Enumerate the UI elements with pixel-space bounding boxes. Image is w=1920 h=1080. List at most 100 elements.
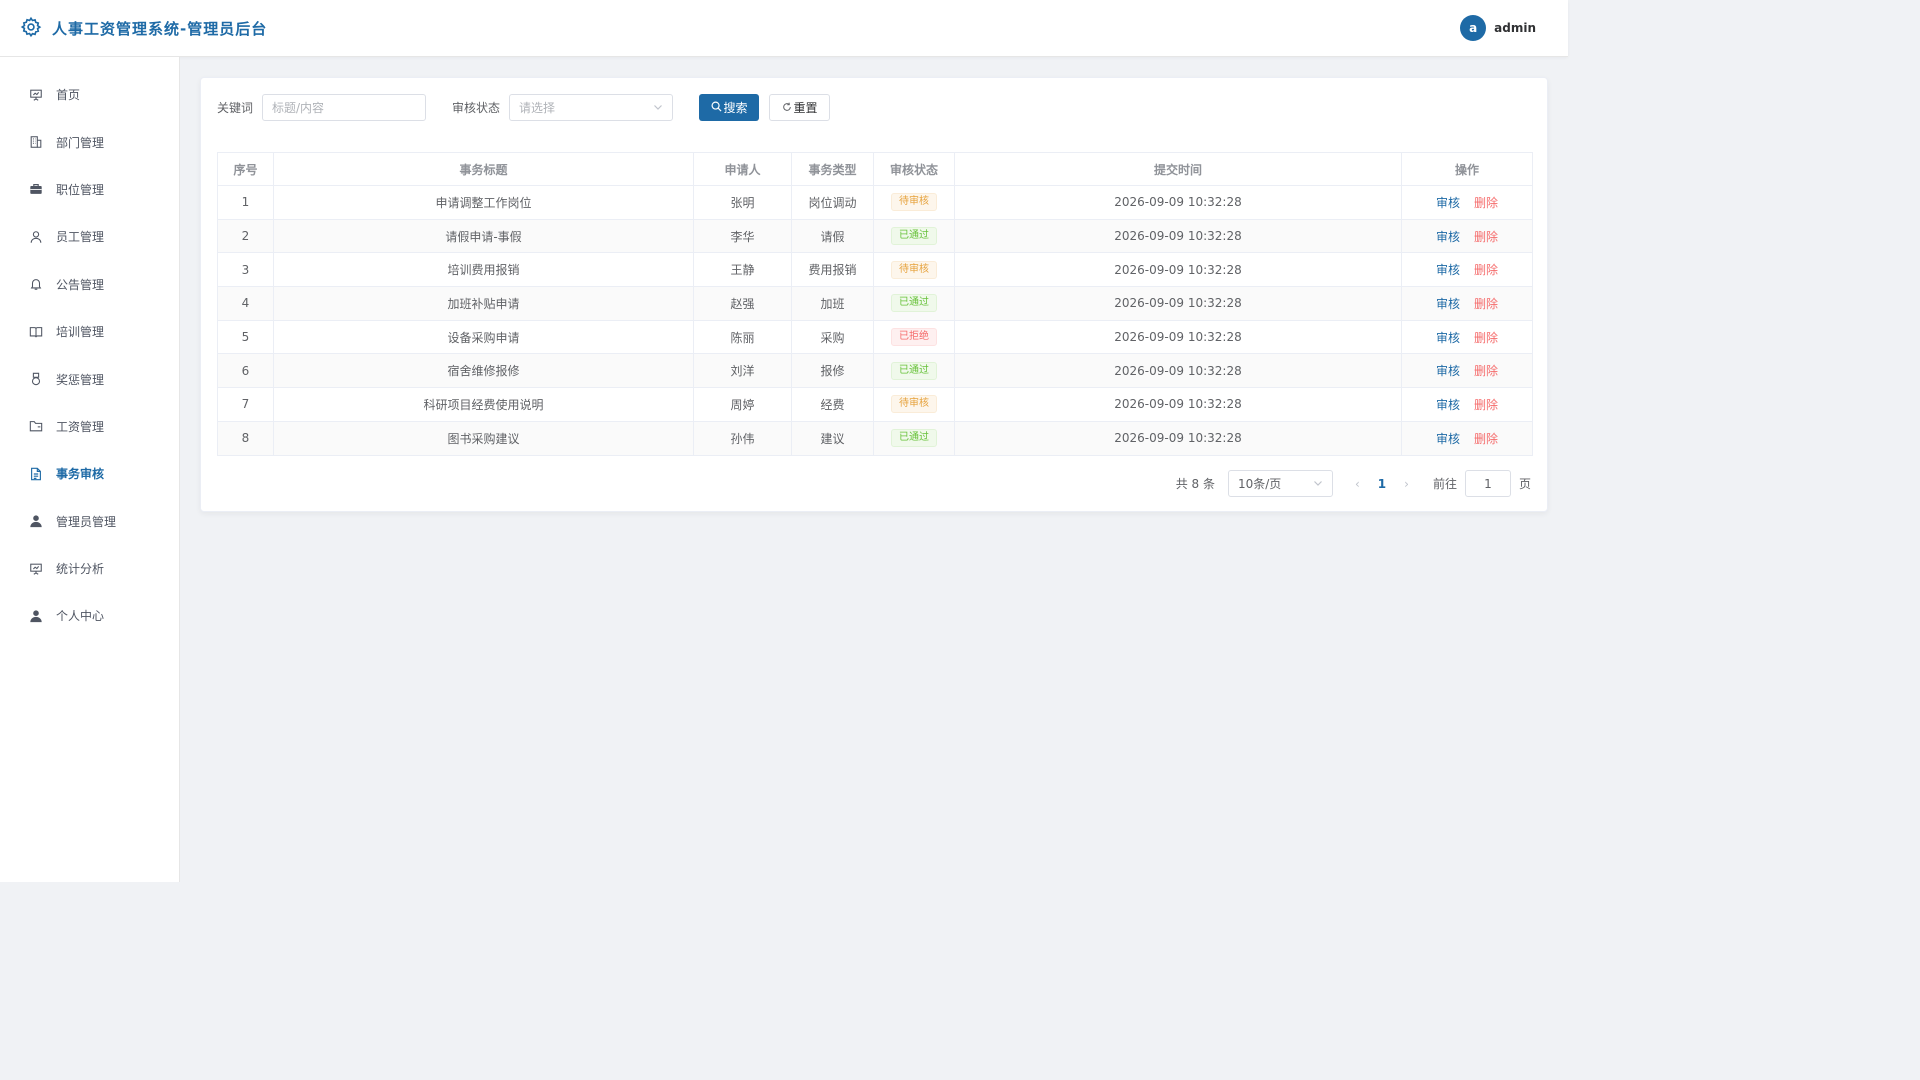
review-button[interactable]: 审核 <box>1436 196 1460 210</box>
delete-button[interactable]: 删除 <box>1474 331 1498 345</box>
row-number: 7 <box>217 387 274 422</box>
affair-title: 加班补贴申请 <box>273 286 694 321</box>
search-button[interactable]: 搜索 <box>699 94 760 121</box>
status-select[interactable]: 请选择 <box>509 94 674 121</box>
sidebar-item-1[interactable]: 首页 <box>0 71 179 118</box>
table-row[interactable]: 5 设备采购申请 陈丽 采购 已拒绝 2026-09-09 10:32:28 审核 删除 <box>217 319 1533 355</box>
next-page-icon[interactable]: › <box>1404 477 1409 491</box>
delete-button[interactable]: 删除 <box>1474 196 1498 210</box>
applicant-name: 陈丽 <box>693 319 792 355</box>
status-cell: 待审核 <box>873 185 955 220</box>
column-header-applicant[interactable]: 申请人 <box>693 152 792 186</box>
sidebar-item-3[interactable]: 职位管理 <box>0 166 179 213</box>
table-row[interactable]: 2 请假申请-事假 李华 请假 已通过 2026-09-09 10:32:28 审核 删除 <box>217 218 1533 254</box>
avatar[interactable]: a <box>1460 15 1487 41</box>
delete-button[interactable]: 删除 <box>1474 364 1498 378</box>
row-number: 3 <box>217 252 274 288</box>
sidebar-item-12[interactable]: 个人中心 <box>0 592 179 639</box>
column-header-type[interactable]: 事务类型 <box>791 152 874 186</box>
applicant-name: 王静 <box>693 252 792 288</box>
submit-time: 2026-09-09 10:32:28 <box>954 353 1402 389</box>
medal-icon <box>28 371 44 387</box>
username[interactable]: admin <box>1494 21 1536 35</box>
sidebar-item-9[interactable]: 事务审核 <box>0 450 179 497</box>
page-number[interactable]: 1 <box>1378 477 1386 491</box>
sidebar-item-11[interactable]: 统计分析 <box>0 545 179 592</box>
delete-button[interactable]: 删除 <box>1474 432 1498 446</box>
gear-icon[interactable] <box>20 16 42 41</box>
table-row[interactable]: 8 图书采购建议 孙伟 建议 已通过 2026-09-09 10:32:28 审核 删除 <box>217 420 1533 456</box>
table-row[interactable]: 7 科研项目经费使用说明 周婷 经费 待审核 2026-09-09 10:32:28 审核删… <box>217 387 1533 422</box>
keyword-input[interactable]: 标题/内容 <box>262 94 427 121</box>
reset-button[interactable]: 重置 <box>769 94 831 121</box>
sidebar-item-2[interactable]: 部门管理 <box>0 118 179 165</box>
status-cell: 已通过 <box>873 420 955 456</box>
applicant-name: 刘洋 <box>693 353 792 389</box>
affair-title: 科研项目经费使用说明 <box>273 387 694 422</box>
actions-cell: 审核 删除 <box>1401 387 1533 422</box>
column-header-time[interactable]: 提交时间 <box>954 152 1402 186</box>
status-cell: 待审核 <box>873 252 955 288</box>
page-size-select[interactable]: 10条/页 <box>1227 470 1333 497</box>
prev-page-icon[interactable]: ‹ <box>1355 477 1360 491</box>
user-filled-icon <box>28 513 44 529</box>
delete-button[interactable]: 删除 <box>1474 297 1498 311</box>
sidebar-item-label: 管理员管理 <box>56 514 117 529</box>
sidebar-item-label: 首页 <box>56 88 81 103</box>
submit-time: 2026-09-09 10:32:28 <box>954 420 1402 456</box>
applicant-name: 周婷 <box>693 387 792 422</box>
review-button[interactable]: 审核 <box>1436 398 1460 412</box>
actions-cell: 审核 删除 <box>1401 252 1533 288</box>
submit-time: 2026-09-09 10:32:28 <box>954 252 1402 288</box>
review-button[interactable]: 审核 <box>1436 432 1460 446</box>
delete-button[interactable]: 删除 <box>1474 398 1498 412</box>
status-badge: 已通过 <box>891 294 937 313</box>
sidebar-item-4[interactable]: 员工管理 <box>0 213 179 260</box>
sidebar-item-7[interactable]: 奖惩管理 <box>0 355 179 402</box>
goto-page-input[interactable]: 1 <box>1464 470 1511 497</box>
review-button[interactable]: 审核 <box>1436 364 1460 378</box>
affair-title: 图书采购建议 <box>273 420 694 456</box>
status-cell: 已通过 <box>873 353 955 389</box>
affair-type: 报修 <box>791 353 874 389</box>
top-header: 人事工资管理系统-管理员后台 a admin <box>0 0 1568 57</box>
sidebar-item-label: 公告管理 <box>56 277 105 292</box>
affairs-table: 序号 事务标题 申请人 事务类型 审核状态 提交时间 操作 1 申请调整工作岗位张… <box>217 152 1533 456</box>
row-number: 1 <box>217 185 274 220</box>
status-cell: 已通过 <box>873 286 955 321</box>
table-row[interactable]: 6 宿舍维修报修 刘洋 报修 已通过 2026-09-09 10:32:28 审核 删除 <box>217 353 1533 389</box>
goto-label: 前往 <box>1432 477 1457 491</box>
pagination: 共 8 条 10条/页 ‹ 1 › 前往 1 页 <box>1176 470 1531 497</box>
sidebar-item-6[interactable]: 培训管理 <box>0 308 179 355</box>
review-button[interactable]: 审核 <box>1436 230 1460 244</box>
status-badge: 已通过 <box>891 361 937 380</box>
actions-cell: 审核 删除 <box>1401 218 1533 254</box>
building-icon <box>28 134 44 150</box>
affair-type: 请假 <box>791 218 874 254</box>
sidebar-item-8[interactable]: 工资管理 <box>0 403 179 450</box>
table-row[interactable]: 4 加班补贴申请 赵强 加班 已通过 2026-09-09 10:32:28 审核 删除 <box>217 286 1533 321</box>
affair-type: 采购 <box>791 319 874 355</box>
briefcase-icon <box>28 181 44 197</box>
delete-button[interactable]: 删除 <box>1474 263 1498 277</box>
table-row[interactable]: 3 培训费用报销 王静 费用报销 待审核 2026-09-09 10:32:28 审核 删除 <box>217 252 1533 288</box>
chevron-down-icon <box>653 101 663 115</box>
user-menu[interactable]: a admin <box>1460 15 1536 41</box>
review-button[interactable]: 审核 <box>1436 297 1460 311</box>
actions-cell: 审核 删除 <box>1401 420 1533 456</box>
status-badge: 已通过 <box>891 429 937 448</box>
table-row[interactable]: 1 申请调整工作岗位 张明 岗位调动 待审核 2026-09-09 10:32:28 审核删… <box>217 185 1533 220</box>
column-header-title[interactable]: 事务标题 <box>273 152 694 186</box>
column-header-status[interactable]: 审核状态 <box>873 152 955 186</box>
review-button[interactable]: 审核 <box>1436 331 1460 345</box>
column-header-no[interactable]: 序号 <box>217 152 274 186</box>
actions-cell: 审核 删除 <box>1401 286 1533 321</box>
sidebar-item-5[interactable]: 公告管理 <box>0 261 179 308</box>
review-button[interactable]: 审核 <box>1436 263 1460 277</box>
document-icon <box>28 466 44 482</box>
keyword-label: 关键词 <box>217 101 254 115</box>
actions-cell: 审核 删除 <box>1401 319 1533 355</box>
sidebar-item-10[interactable]: 管理员管理 <box>0 498 179 545</box>
presentation-icon <box>28 87 44 103</box>
delete-button[interactable]: 删除 <box>1474 230 1498 244</box>
